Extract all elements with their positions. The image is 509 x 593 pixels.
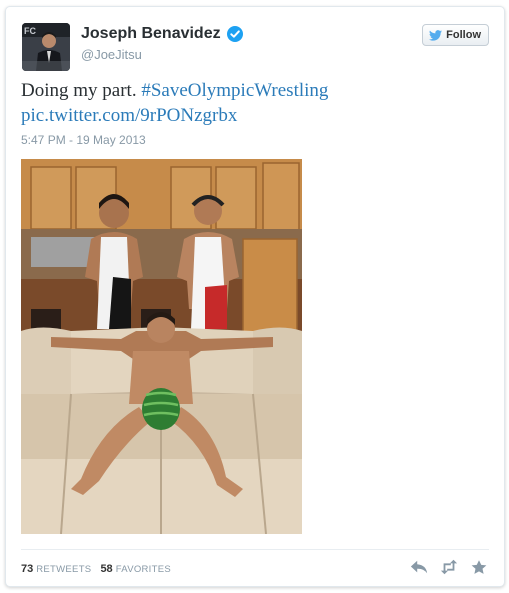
divider [21, 549, 489, 550]
favorite-icon[interactable] [470, 559, 488, 575]
tweet-actions [410, 559, 488, 575]
svg-text:FC: FC [24, 26, 36, 36]
tweet-text-body: Doing my part. [21, 80, 142, 101]
tweet-card: FC Joseph Benavidez @JoeJitsu Follow Doi… [5, 6, 505, 587]
verified-badge-icon [226, 26, 243, 42]
hashtag-link[interactable]: #SaveOlympicWrestling [141, 80, 328, 101]
favorites-count: 58 [100, 563, 113, 575]
retweets-stat[interactable]: 73 RETWEETS [21, 563, 91, 575]
retweets-count: 73 [21, 563, 34, 575]
photo-image [21, 159, 302, 534]
user-name[interactable]: Joseph Benavidez [81, 25, 221, 43]
pic-link[interactable]: pic.twitter.com/9rPONzgrbx [21, 105, 237, 126]
reply-icon[interactable] [410, 559, 428, 575]
follow-button[interactable]: Follow [422, 24, 489, 46]
avatar-photo: FC [22, 23, 70, 71]
user-handle[interactable]: @JoeJitsu [81, 47, 142, 62]
retweet-icon[interactable] [440, 559, 458, 575]
favorites-label: FAVORITES [115, 564, 171, 575]
tweet-text: Doing my part. #SaveOlympicWrestling pic… [21, 78, 491, 128]
avatar[interactable]: FC [22, 23, 70, 71]
tweet-timestamp[interactable]: 5:47 PM - 19 May 2013 [21, 133, 146, 147]
user-header: Joseph Benavidez [81, 25, 243, 43]
twitter-bird-icon [429, 29, 443, 41]
favorites-stat[interactable]: 58 FAVORITES [100, 563, 171, 575]
tweet-photo[interactable] [21, 159, 302, 534]
retweets-label: RETWEETS [36, 564, 92, 575]
tweet-stats: 73 RETWEETS 58 FAVORITES [21, 563, 171, 575]
follow-label: Follow [446, 29, 481, 41]
